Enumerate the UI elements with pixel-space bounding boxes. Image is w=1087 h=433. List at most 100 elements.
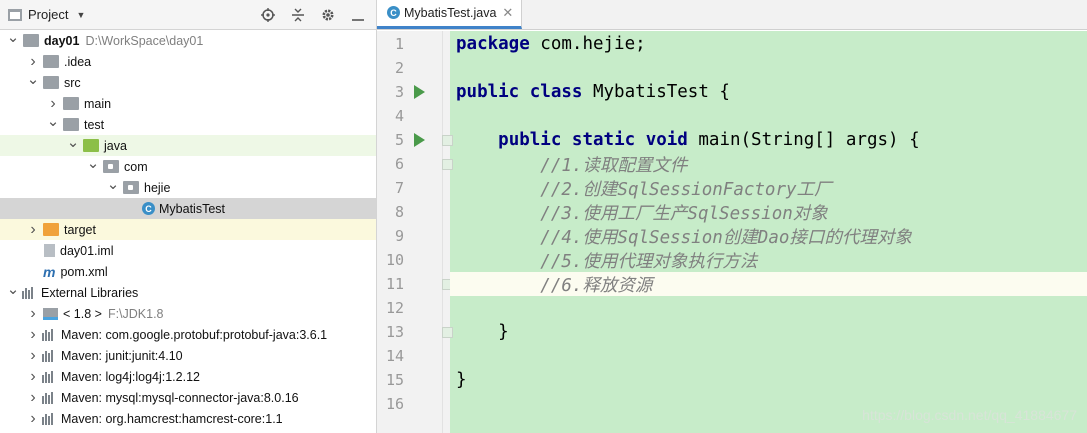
excluded-folder-icon <box>43 223 59 236</box>
code-line[interactable]: 10 //5.使用代理对象执行方法 <box>377 248 1087 272</box>
class-icon: C <box>142 202 155 215</box>
tree-item-label: External Libraries <box>41 285 139 300</box>
code-line[interactable]: 2 <box>377 56 1087 80</box>
tree-item-label: .idea <box>64 54 92 69</box>
keyword-token: void <box>645 130 688 150</box>
comment-token: //3.使用工厂生产SqlSession对象 <box>456 203 828 224</box>
tree-item[interactable]: ⌄ test <box>0 112 376 135</box>
hide-panel-icon[interactable] <box>350 7 366 23</box>
code-text: //6.释放资源 <box>450 272 1087 296</box>
chevron-down-icon[interactable]: ▼ <box>76 10 85 20</box>
line-number: 15 <box>385 371 404 389</box>
close-icon[interactable]: ✕ <box>502 5 513 21</box>
code-editor[interactable]: 1 package com.hejie; 2 3 public class Mybati… <box>377 31 1087 433</box>
keyword-token: package <box>456 34 530 54</box>
tree-item-label: MybatisTest <box>159 201 225 216</box>
tree-item-label: Maven: org.hamcrest:hamcrest-core:1.1 <box>61 411 283 426</box>
chevron-right-icon[interactable]: › <box>26 368 40 386</box>
chevron-down-icon[interactable]: ⌄ <box>106 175 120 193</box>
code-text: //5.使用代理对象执行方法 <box>450 248 1087 272</box>
comment-token: //5.使用代理对象执行方法 <box>456 251 758 272</box>
keyword-token: public <box>456 82 520 102</box>
comment-token: //4.使用SqlSession创建Dao接口的代理对象 <box>456 227 912 248</box>
chevron-down-icon[interactable]: ⌄ <box>6 28 20 46</box>
chevron-down-icon[interactable]: ⌄ <box>26 70 40 88</box>
code-line[interactable]: 9 //4.使用SqlSession创建Dao接口的代理对象 <box>377 224 1087 248</box>
chevron-right-icon[interactable]: › <box>46 95 60 113</box>
collapse-all-icon[interactable] <box>290 7 306 23</box>
tree-item[interactable]: › Maven: org.hamcrest:hamcrest-core:1.1 <box>0 408 376 429</box>
code-line[interactable]: 13 } <box>377 320 1087 344</box>
tree-item-label: Maven: junit:junit:4.10 <box>61 348 183 363</box>
run-icon[interactable] <box>414 85 425 99</box>
code-line[interactable]: 12 <box>377 296 1087 320</box>
chevron-right-icon[interactable]: › <box>26 389 40 407</box>
code-line[interactable]: 11 //6.释放资源 <box>377 272 1087 296</box>
code-line[interactable]: 8 //3.使用工厂生产SqlSession对象 <box>377 200 1087 224</box>
code-token: MybatisTest { <box>582 82 730 102</box>
chevron-right-icon[interactable]: › <box>26 53 40 71</box>
chevron-right-icon[interactable]: › <box>26 347 40 365</box>
chevron-right-icon[interactable]: › <box>26 326 40 344</box>
tree-item[interactable]: ⌄ com <box>0 154 376 177</box>
chevron-down-icon[interactable]: ⌄ <box>46 112 60 130</box>
chevron-right-icon[interactable]: › <box>26 305 40 323</box>
code-line[interactable]: 5 public static void main(String[] args)… <box>377 128 1087 152</box>
gear-icon[interactable] <box>320 7 336 23</box>
code-line[interactable]: 15} <box>377 368 1087 392</box>
tree-item[interactable]: › Maven: mysql:mysql-connector-java:8.0.1… <box>0 387 376 408</box>
package-icon <box>123 181 139 194</box>
tree-item[interactable]: › < 1.8 > F:\JDK1.8 <box>0 303 376 324</box>
tree-item[interactable]: m pom.xml <box>0 261 376 282</box>
tree-item[interactable]: ⌄ java <box>0 133 376 156</box>
code-text: public static void main(String[] args) { <box>450 128 1087 152</box>
chevron-right-icon[interactable]: › <box>26 221 40 239</box>
tree-item[interactable]: ⌄ src <box>0 70 376 93</box>
tree-item[interactable]: ⌄ hejie <box>0 175 376 198</box>
locate-target-icon[interactable] <box>260 7 276 23</box>
tree-item[interactable]: ⌄ day01 D:\WorkSpace\day01 <box>0 28 376 51</box>
chevron-right-icon[interactable]: › <box>26 410 40 428</box>
chevron-down-icon[interactable]: ⌄ <box>86 154 100 172</box>
line-number: 6 <box>394 155 404 173</box>
tab-mybatistest-java[interactable]: C MybatisTest.java ✕ <box>377 0 523 29</box>
run-icon[interactable] <box>414 133 425 147</box>
code-line[interactable]: 7 //2.创建SqlSessionFactory工厂 <box>377 176 1087 200</box>
tree-item-label: Maven: log4j:log4j:1.2.12 <box>61 369 200 384</box>
folder-icon <box>43 55 59 68</box>
line-number: 13 <box>385 323 404 341</box>
tree-item[interactable]: day01.iml <box>0 240 376 261</box>
project-view-selector[interactable]: Project <box>28 7 68 22</box>
line-number: 10 <box>385 251 404 269</box>
code-text: //1.读取配置文件 <box>450 152 1087 176</box>
tree-item[interactable]: › Maven: junit:junit:4.10 <box>0 345 376 366</box>
line-number: 9 <box>394 227 404 245</box>
tree-item[interactable]: › Maven: com.google.protobuf:protobuf-jav… <box>0 324 376 345</box>
code-line[interactable]: 4 <box>377 104 1087 128</box>
comment-token: //1.读取配置文件 <box>456 155 688 176</box>
tree-item[interactable]: ⌄ External Libraries <box>0 280 376 303</box>
chevron-down-icon[interactable]: ⌄ <box>66 133 80 151</box>
tree-item[interactable]: C MybatisTest <box>0 198 376 219</box>
code-line[interactable]: 1 package com.hejie; <box>377 32 1087 56</box>
line-number: 4 <box>394 107 404 125</box>
iml-file-icon <box>44 244 55 257</box>
code-text: public class MybatisTest { <box>450 80 1087 104</box>
line-number: 7 <box>394 179 404 197</box>
keyword-token: class <box>529 82 583 102</box>
tree-item[interactable]: › target <box>0 219 376 240</box>
code-text: } <box>450 320 1087 344</box>
code-line[interactable]: 14 <box>377 344 1087 368</box>
comment-token: //2.创建SqlSessionFactory工厂 <box>456 179 832 200</box>
code-line[interactable]: 3 public class MybatisTest { <box>377 80 1087 104</box>
library-icon <box>42 391 56 404</box>
tree-item[interactable]: › .idea <box>0 51 376 72</box>
tree-item[interactable]: › Maven: log4j:log4j:1.2.12 <box>0 366 376 387</box>
tree-item-label: main <box>84 96 112 111</box>
test-source-folder-icon <box>83 139 99 152</box>
chevron-down-icon[interactable]: ⌄ <box>6 280 20 298</box>
code-line[interactable]: 6 //1.读取配置文件 <box>377 152 1087 176</box>
tree-item[interactable]: › main <box>0 93 376 114</box>
